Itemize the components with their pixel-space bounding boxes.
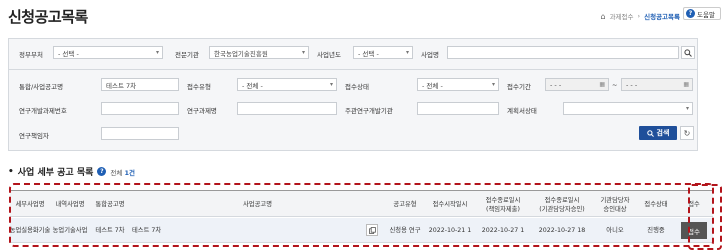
receipt-status-select[interactable]: - 전체 -: [417, 78, 499, 91]
search-icon: [684, 48, 692, 57]
plan-status-select[interactable]: [563, 102, 693, 115]
period-to-input[interactable]: - - - ▦: [621, 78, 693, 91]
question-icon: ?: [686, 9, 695, 18]
refresh-icon: ↻: [683, 128, 691, 138]
search-divider: [9, 69, 697, 70]
breadcrumb-separator: ›: [637, 12, 641, 20]
breadcrumb-item-current: 신청공고목록: [644, 13, 680, 21]
help-button[interactable]: ? 도움말: [683, 7, 721, 20]
apply-highlight-frame: [688, 184, 722, 250]
agency-label: 전문기관: [175, 51, 199, 59]
year-label: 사업년도: [317, 51, 341, 59]
search-button[interactable]: 검색: [639, 126, 677, 140]
business-input[interactable]: [447, 46, 679, 59]
list-title: 사업 세부 공고 목록: [17, 168, 94, 178]
search-icon: [646, 129, 654, 137]
researcher-input[interactable]: [101, 127, 179, 140]
receipt-type-select[interactable]: - 전체 -: [237, 78, 337, 91]
ministry-label: 정부부처: [19, 51, 43, 59]
period-from-input[interactable]: - - - ▦: [545, 78, 609, 91]
lead-agency-label: 주관연구개발기관: [345, 107, 393, 115]
search-panel: 정부부처 - 선택 - 전문기관 한국농업기술진흥원 사업년도 - 선택 - 사…: [8, 38, 698, 151]
page-title: 신청공고목록: [8, 8, 88, 26]
researcher-label: 연구책임자: [19, 132, 49, 140]
business-search-button[interactable]: [681, 46, 695, 59]
rnd-title-label: 연구과제명: [187, 107, 217, 115]
calendar-icon[interactable]: ▦: [683, 81, 689, 88]
list-count: 전체 1건: [110, 167, 135, 177]
rnd-no-input[interactable]: [101, 102, 179, 115]
period-label: 접수기간: [507, 83, 531, 91]
plan-status-label: 계획서상태: [507, 107, 537, 115]
period-to-value: - - -: [626, 80, 638, 89]
reset-button[interactable]: ↻: [680, 126, 694, 140]
year-select[interactable]: - 선택 -: [353, 46, 413, 59]
ministry-select[interactable]: - 선택 -: [53, 46, 163, 59]
breadcrumb: ⌂ 과제접수 › 신청공고목록: [601, 11, 681, 22]
table-highlight-frame: [9, 183, 714, 247]
rnd-no-label: 연구개발과제번호: [19, 107, 67, 115]
receipt-status-label: 접수상태: [345, 83, 369, 91]
lead-agency-input[interactable]: [417, 102, 499, 115]
count-prefix: 전체: [110, 168, 123, 177]
breadcrumb-item-1[interactable]: 과제접수: [610, 11, 634, 21]
rnd-title-input[interactable]: [237, 102, 337, 115]
home-icon[interactable]: ⌂: [601, 12, 606, 21]
agency-select[interactable]: 한국농업기술진흥원: [209, 46, 309, 59]
business-label: 사업명: [421, 51, 439, 59]
search-button-label: 검색: [656, 129, 670, 137]
period-separator: ~: [612, 81, 618, 89]
bullet: •: [8, 166, 14, 177]
calendar-icon[interactable]: ▦: [599, 81, 605, 88]
program-input[interactable]: 테스트 7차: [101, 78, 179, 91]
info-icon[interactable]: ?: [97, 167, 107, 176]
help-label: 도움말: [697, 10, 715, 19]
program-label: 통합/사업공고명: [19, 83, 64, 91]
count-value: 1건: [124, 168, 135, 177]
period-from-value: - - -: [550, 80, 562, 89]
list-section-title: • 사업 세부 공고 목록 ? 전체 1건: [8, 165, 135, 179]
receipt-type-label: 접수유형: [187, 83, 211, 91]
